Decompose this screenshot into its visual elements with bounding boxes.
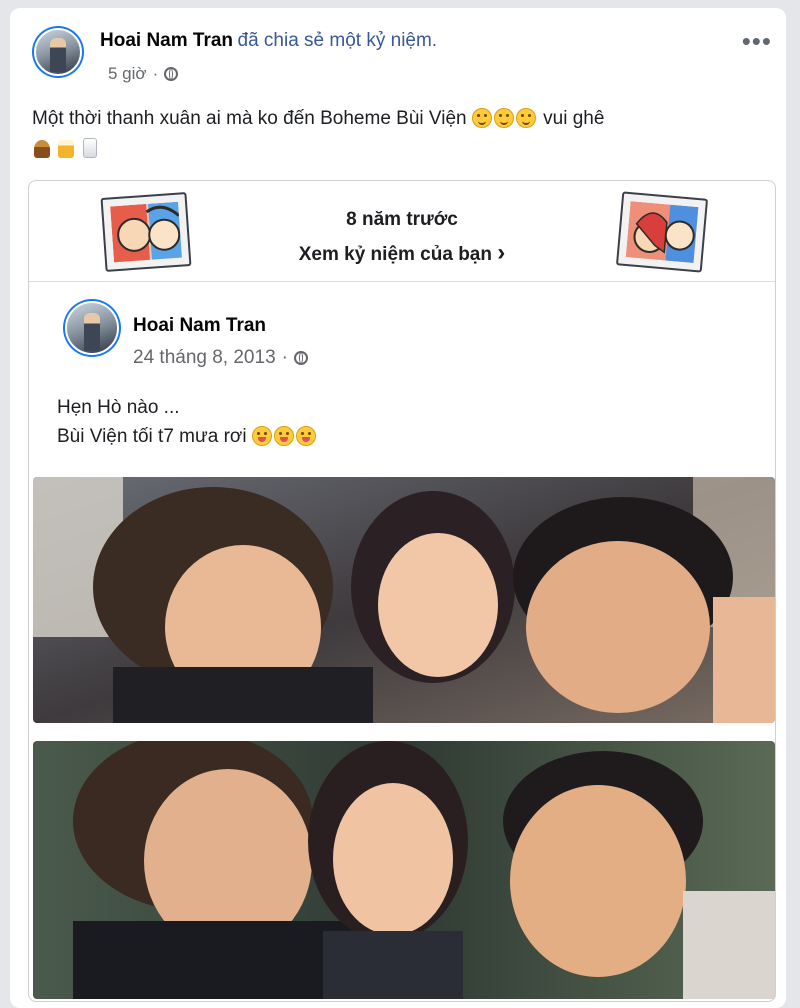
memory-illustration-right-icon (615, 191, 709, 273)
memory-photo-2[interactable] (33, 741, 775, 999)
post-time[interactable]: 5 giờ (108, 64, 147, 84)
author-avatar[interactable] (32, 26, 84, 78)
smile-emoji-icon (471, 108, 492, 128)
original-text-line1: Hẹn Hò nào ... (57, 397, 180, 418)
memory-photo-1[interactable] (33, 477, 775, 723)
cocktail-glass-emoji-icon (82, 138, 97, 158)
tumbler-emoji-icon (34, 140, 50, 158)
original-text-line2-row: Bùi Viện tối t7 mưa rơi (57, 422, 318, 451)
tongue-emoji-icon (251, 426, 272, 446)
tongue-emoji-icon (273, 426, 294, 446)
original-post-meta: 24 tháng 8, 2013 · (133, 347, 308, 369)
caption-suffix: vui ghê (543, 108, 605, 129)
smile-emoji-icon (493, 108, 514, 128)
memory-box[interactable]: 8 năm trước Xem kỷ niệm của bạn › Hoai N… (28, 180, 776, 1002)
drinks-emoji-row (34, 138, 101, 160)
author-name[interactable]: Hoai Nam Tran (100, 30, 233, 51)
original-post-date[interactable]: 24 tháng 8, 2013 (133, 347, 276, 369)
smile-emoji-icon (515, 108, 536, 128)
globe-icon (164, 67, 179, 81)
memory-header[interactable]: 8 năm trước Xem kỷ niệm của bạn › (29, 181, 775, 282)
post-header-line: Hoai Nam Tran đã chia sẻ một kỷ niệm. (100, 30, 437, 52)
tongue-emoji-icon (295, 426, 316, 446)
post-card: Hoai Nam Tran đã chia sẻ một kỷ niệm. 5 … (10, 8, 786, 1008)
view-memories-label: Xem kỷ niệm của bạn (298, 244, 492, 265)
more-dots-icon[interactable]: ••• (742, 28, 772, 54)
post-caption: Một thời thanh xuân ai mà ko đến Boheme … (32, 104, 772, 134)
beer-mug-emoji-icon (58, 140, 75, 158)
post-action-text: đã chia sẻ một kỷ niệm. (237, 30, 438, 51)
original-post-text: Hẹn Hò nào ... Bùi Viện tối t7 mưa rơi (57, 393, 318, 451)
post-meta: 5 giờ · (108, 64, 179, 84)
original-author-name[interactable]: Hoai Nam Tran (133, 315, 266, 337)
globe-icon (293, 351, 308, 365)
original-text-line2: Bùi Viện tối t7 mưa rơi (57, 426, 247, 447)
original-author-avatar[interactable] (63, 299, 121, 357)
caption-text: Một thời thanh xuân ai mà ko đến Boheme … (32, 108, 467, 129)
chevron-right-icon: › (497, 239, 506, 266)
